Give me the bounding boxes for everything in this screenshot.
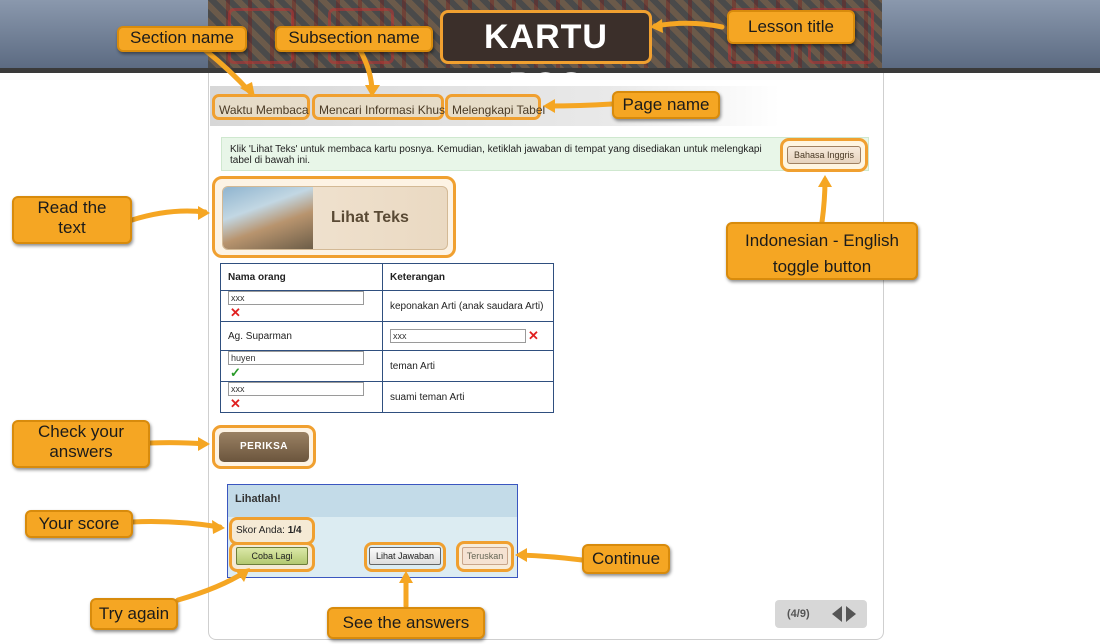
callout-see-answers: See the answers [327, 607, 485, 639]
arrowhead-icon [212, 520, 225, 534]
arrowhead-icon [515, 548, 527, 562]
callout-check-answers: Check your answers [12, 420, 150, 468]
arrow-score [129, 519, 223, 530]
callout-lesson-title: Lesson title [727, 10, 855, 44]
callout-page-name: Page name [612, 91, 720, 119]
callout-subsection-name: Subsection name [275, 26, 433, 52]
callout-your-score: Your score [25, 510, 133, 538]
callout-line: toggle button [772, 257, 872, 276]
arrowhead-icon [818, 175, 832, 187]
callout-line: text [58, 218, 86, 237]
callout-line: Check your [38, 422, 124, 441]
arrowhead-icon [650, 19, 663, 33]
arrowhead-icon [543, 99, 555, 113]
callout-continue: Continue [582, 544, 670, 574]
callout-language-toggle: Indonesian - English toggle button [726, 222, 918, 280]
callout-section-name: Section name [117, 26, 247, 52]
arrowhead-icon [198, 437, 210, 451]
arrow-try-again [175, 569, 248, 603]
arrow-page [545, 101, 615, 109]
arrowhead-icon [399, 571, 413, 583]
callout-arrows [129, 19, 832, 609]
arrow-lesson-title [652, 20, 725, 30]
arrow-check [147, 440, 208, 447]
callout-line: Indonesian - English [744, 231, 900, 250]
arrow-section [202, 47, 253, 95]
callout-line: Read the [37, 198, 107, 217]
arrow-read-text [129, 208, 208, 223]
arrow-continue [517, 552, 585, 563]
callout-line: answers [49, 442, 113, 461]
arrowhead-icon [365, 85, 380, 97]
callout-try-again: Try again [90, 598, 178, 630]
callout-read-text: Read the text [12, 196, 132, 244]
arrowhead-icon [198, 206, 210, 220]
